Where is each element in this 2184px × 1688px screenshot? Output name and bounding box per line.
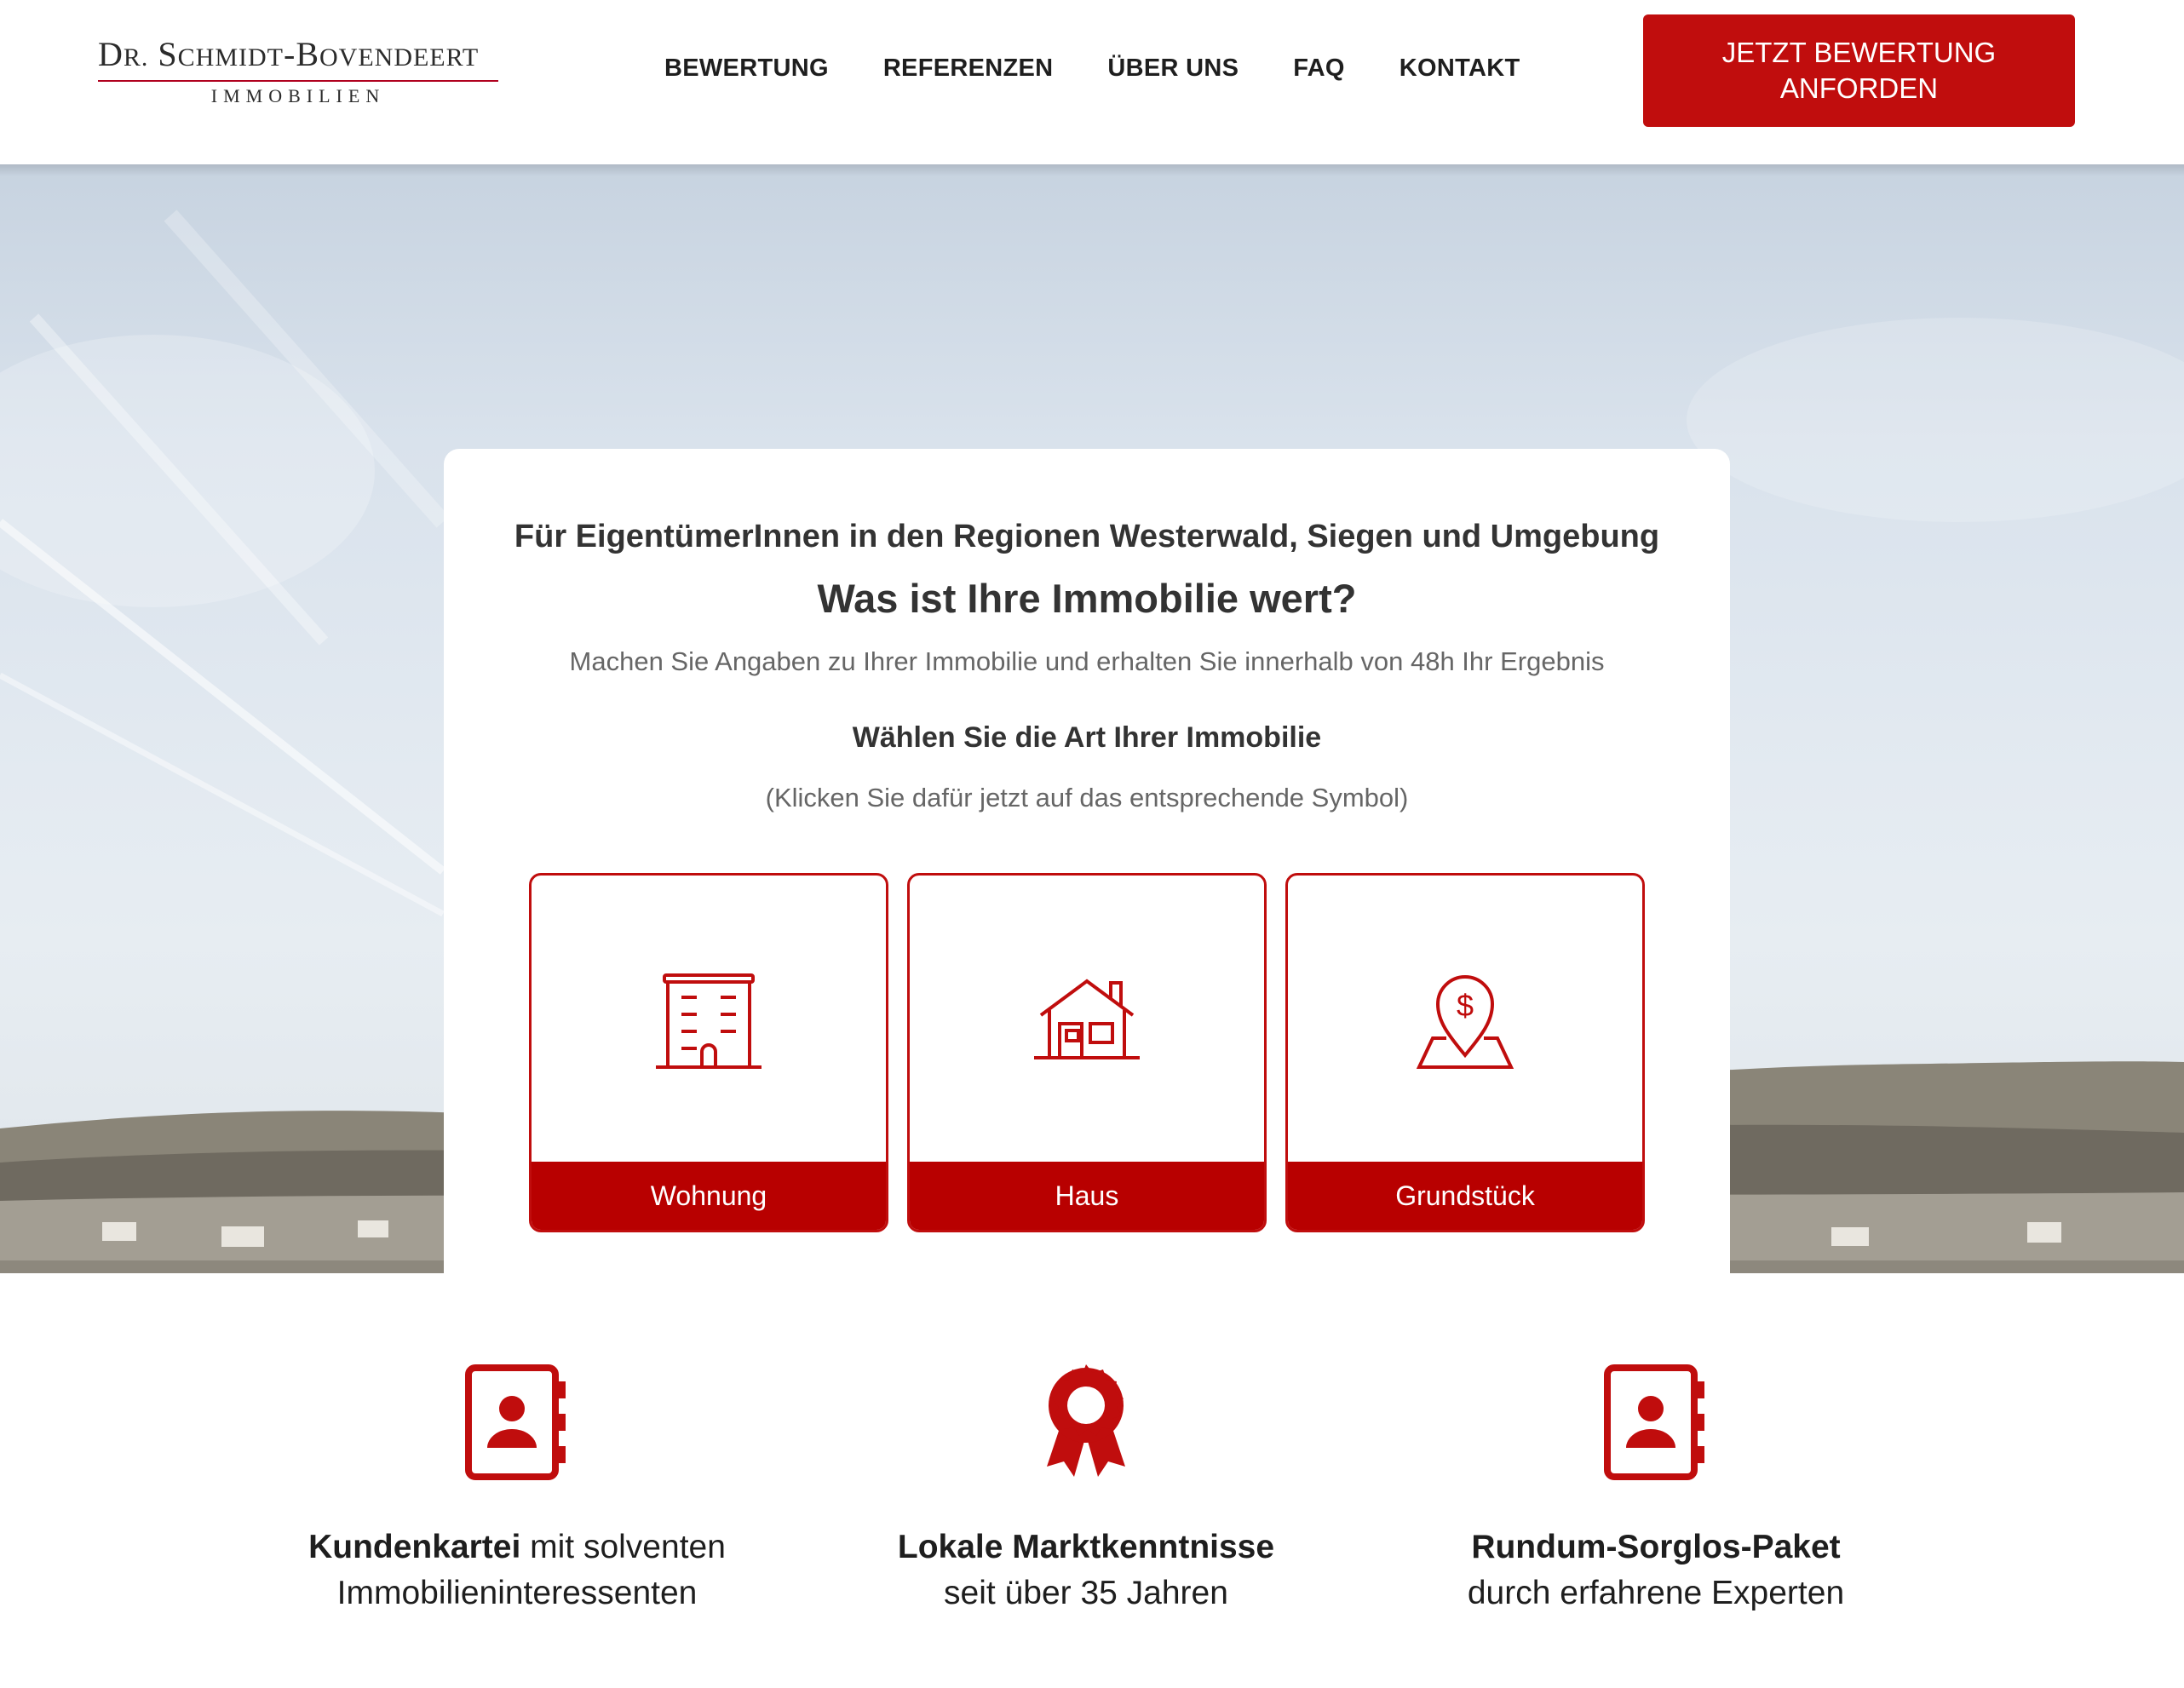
property-type-hint: (Klicken Sie dafür jetzt auf das entspre…	[765, 783, 1409, 812]
nav-referenzen[interactable]: REFERENZEN	[883, 55, 1054, 83]
main-nav: BEWERTUNG REFERENZEN ÜBER UNS FAQ KONTAK…	[664, 55, 1520, 83]
property-type-haus[interactable]: Haus	[907, 873, 1267, 1232]
tile-label-wohnung: Wohnung	[532, 1162, 886, 1230]
valuation-card: Für EigentümerInnen in den Regionen West…	[444, 449, 1730, 1273]
nav-kontakt[interactable]: KONTAKT	[1399, 55, 1520, 83]
logo-subline: IMMOBILIEN	[210, 85, 386, 106]
feature-line-2: seit über 35 Jahren	[944, 1575, 1228, 1611]
logo-divider	[98, 80, 498, 82]
land-plot-dollar-pin-icon: $	[1288, 876, 1642, 1163]
property-type-heading: Wählen Sie die Art Ihrer Immobilie	[852, 721, 1322, 754]
feature-kundenkartei: Kundenkartei mit solventen Immobilienint…	[253, 1363, 781, 1616]
feature-bold: Rundum-Sorglos-Paket	[1471, 1529, 1841, 1565]
cta-line-2: ANFORDEN	[1779, 72, 1939, 104]
hero-subtitle: Machen Sie Angaben zu Ihrer Immobilie un…	[569, 646, 1605, 676]
feature-rest: mit solventen	[520, 1529, 726, 1565]
hero-title: Was ist Ihre Immobilie wert?	[817, 576, 1357, 621]
feature-line-2: durch erfahrene Experten	[1467, 1575, 1845, 1611]
site-header: DR. SCHMIDT-BOVENDEERT IMMOBILIEN BEWERT…	[0, 0, 2184, 164]
feature-text: Lokale Marktkenntnisse seit über 35 Jahr…	[822, 1524, 1350, 1616]
request-valuation-button[interactable]: JETZT BEWERTUNG ANFORDEN	[1643, 14, 2075, 127]
feature-bold: Kundenkartei	[308, 1529, 521, 1565]
header-shadow	[0, 164, 2184, 176]
feature-text: Rundum-Sorglos-Paket durch erfahrene Exp…	[1392, 1524, 1920, 1616]
nav-ueber-uns[interactable]: ÜBER UNS	[1107, 55, 1239, 83]
feature-sorglos-paket: Rundum-Sorglos-Paket durch erfahrene Exp…	[1392, 1363, 1920, 1616]
nav-bewertung[interactable]: BEWERTUNG	[664, 55, 829, 83]
feature-text: Kundenkartei mit solventen Immobilienint…	[253, 1524, 781, 1616]
property-type-wohnung[interactable]: Wohnung	[529, 873, 888, 1232]
nav-faq[interactable]: FAQ	[1293, 55, 1345, 83]
tile-label-grundstueck: Grundstück	[1288, 1162, 1642, 1230]
company-logo[interactable]: DR. SCHMIDT-BOVENDEERT IMMOBILIEN	[98, 34, 500, 106]
feature-bold: Lokale Marktkenntnisse	[897, 1529, 1275, 1565]
award-ribbon-icon	[822, 1363, 1350, 1482]
logo-wordmark: DR. SCHMIDT-BOVENDEERT	[98, 35, 480, 73]
feature-line-2: Immobilieninteressenten	[336, 1575, 698, 1611]
contact-book-icon	[1392, 1363, 1920, 1482]
hero-section: Für EigentümerInnen in den Regionen West…	[0, 164, 2184, 1273]
cta-line-1: JETZT BEWERTUNG	[1721, 37, 1997, 68]
svg-text:$: $	[1457, 988, 1474, 1023]
property-type-grundstueck[interactable]: $ Grundstück	[1285, 873, 1645, 1232]
contact-book-icon	[253, 1363, 781, 1482]
tile-label-haus: Haus	[910, 1162, 1264, 1230]
apartment-building-icon	[532, 876, 886, 1163]
feature-marktkenntnisse: Lokale Marktkenntnisse seit über 35 Jahr…	[822, 1363, 1350, 1616]
hero-eyebrow: Für EigentümerInnen in den Regionen West…	[514, 519, 1660, 554]
house-icon	[910, 876, 1264, 1163]
